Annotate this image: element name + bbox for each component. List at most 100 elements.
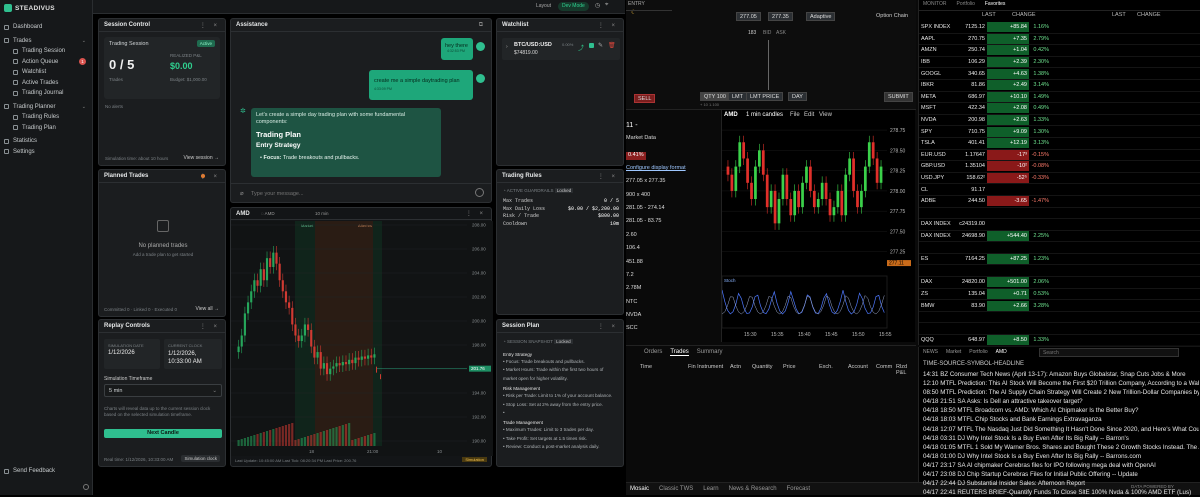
news-headline[interactable]: 14:31 BZ Consumer Tech News (April 13-17…	[923, 370, 1199, 379]
bell-icon[interactable]: ⌖	[605, 2, 608, 9]
news-headline[interactable]: 04/18 21:51 SA Asks: Is Dell an attracti…	[923, 397, 1199, 406]
news-headline[interactable]: 04/17 23:17 SA AI chipmaker Cerebras fil…	[923, 461, 1199, 470]
tws-candle-chart[interactable]: 278.75 278.50 278.25 278.00 277.75 277.50 277.…	[722, 122, 916, 342]
tab-orders[interactable]: Orders	[644, 349, 662, 356]
panel-tools-icon[interactable]: ⋮ ×	[200, 22, 220, 29]
view-session-link[interactable]: View session →	[184, 155, 219, 161]
monitor-row[interactable]: USD.JPY 158.62² -52⁵ -0.33%	[919, 173, 1200, 185]
monitor-row[interactable]	[919, 323, 1200, 336]
trades-column-header[interactable]: Actn	[730, 364, 741, 370]
news-headline[interactable]: 04/18 01:00 DJ Why Intel Stock Is a Buy …	[923, 452, 1199, 461]
chevron-down-icon[interactable]: ⌄	[82, 38, 86, 44]
monitor-row[interactable]	[919, 312, 1200, 324]
monitor-row[interactable]: EUR.USD 1.17647 -17³ -0.15%	[919, 149, 1200, 162]
tif-select[interactable]: DAY	[788, 92, 807, 101]
sidebar-item-trading-planner[interactable]: Trading Planner ⌄	[0, 102, 92, 113]
bottom-tab-forecast[interactable]: Forecast	[787, 486, 810, 492]
edit-menu[interactable]: Edit	[804, 112, 814, 118]
monitor-tab[interactable]: Favorites	[985, 1, 1006, 7]
tab-trades[interactable]: Trades	[670, 349, 689, 356]
news-headline[interactable]: 04/17 22:41 REUTERS BRIEF-Quantify Funds…	[923, 488, 1199, 497]
trades-column-header[interactable]: Price	[783, 364, 796, 370]
sidebar-item-active-trades[interactable]: Active Trades	[0, 78, 92, 89]
panel-tools-icon[interactable]: ⋮ ×	[200, 173, 220, 180]
monitor-tab[interactable]: Portfolio	[957, 1, 975, 7]
monitor-row[interactable]: AAPL 270.75 +7.35 2.79%	[919, 33, 1200, 46]
news-headline[interactable]: 04/18 12:07 MTFL The Nasdaq Just Did Som…	[923, 425, 1199, 434]
sidebar-item-trading-session[interactable]: Trading Session	[0, 46, 92, 57]
monitor-row[interactable]: NVDA 200.98 +2.63 1.33%	[919, 115, 1200, 127]
timeframe-select[interactable]: 5 min ⌄	[104, 384, 222, 397]
panel-tools-icon[interactable]: ⋮ ×	[598, 173, 618, 180]
trades-column-header[interactable]: Rlzd P&L	[896, 364, 916, 376]
bottom-tab-classic-tws[interactable]: Classic TWS	[659, 486, 693, 492]
news-headline[interactable]: 04/18 18:03 MTFL Chip Stocks and Bank Ea…	[923, 415, 1199, 424]
trades-column-header[interactable]: Time	[640, 364, 652, 370]
chevron-down-icon[interactable]: ⌄	[82, 104, 86, 110]
monitor-row[interactable]: DAX INDEX 24698.90 +544.40 2.25%	[919, 230, 1200, 243]
news-headline[interactable]: 04/18 18:50 MTFL Broadcom vs. AMD: Which…	[923, 406, 1199, 415]
app-logo[interactable]: STEADIVUS	[0, 0, 92, 16]
monitor-row[interactable]: ES 7164.25 +87.25 1.23%	[919, 254, 1200, 266]
news-headline[interactable]: 04/18 01:05 MTFL 1 Sold My Warner Bros. …	[923, 443, 1199, 452]
sidebar-item-trading-journal[interactable]: Trading Journal	[0, 88, 92, 99]
candlestick-chart[interactable]: Market Afterhrs 208.00 206.00 204.00 202.00 20…	[231, 221, 493, 456]
sell-button[interactable]: SELL	[634, 94, 656, 103]
monitor-row[interactable]: DAX 24820.00 +501.00 2.06%	[919, 277, 1200, 289]
news-search-input[interactable]	[1039, 348, 1179, 357]
bid-price-box[interactable]: 277.05	[736, 12, 761, 21]
monitor-row[interactable]: META 686.97 +10.10 1.49%	[919, 91, 1200, 104]
bottom-tab-mosaic[interactable]: Mosaic	[630, 486, 649, 492]
monitor-row[interactable]	[919, 242, 1200, 254]
trades-column-header[interactable]: Account	[848, 364, 868, 370]
monitor-row[interactable]: MSFT 422.34 +2.08 0.49%	[919, 103, 1200, 115]
limit-price-field[interactable]: LMT PRICE	[746, 92, 784, 101]
monitor-row[interactable]: CL 91.17	[919, 184, 1200, 196]
news-tab[interactable]: Portfolio	[969, 349, 987, 355]
clock-icon[interactable]: ◷	[595, 2, 600, 9]
monitor-row[interactable]: AMZN 250.74 +1.04 0.42%	[919, 45, 1200, 57]
panel-tools-icon[interactable]: ⋮ ×	[598, 22, 618, 29]
monitor-tab[interactable]: MONITOR	[923, 1, 947, 7]
trades-column-header[interactable]: Comm	[876, 364, 892, 370]
edit-icon[interactable]: ✎	[598, 42, 603, 49]
quote-detail-line[interactable]: Configure display format	[626, 165, 686, 178]
order-type-select[interactable]: LMT	[728, 92, 747, 101]
sidebar-item-trading-plan[interactable]: Trading Plan	[0, 123, 92, 134]
simulation-clock-button[interactable]: Simulation clock	[181, 455, 220, 462]
sidebar-item-trading-rules[interactable]: Trading Rules	[0, 112, 92, 123]
sidebar-item-watchlist[interactable]: Watchlist	[0, 67, 92, 78]
monitor-row[interactable]: ZS 135.04 +0.71 0.53%	[919, 288, 1200, 301]
settings-small-icon[interactable]	[83, 484, 89, 490]
news-headline[interactable]: 04/18 03:31 DJ Why Intel Stock Is a Buy …	[923, 434, 1199, 443]
news-headline[interactable]: 12:10 MTFL Prediction: This AI Stock Wil…	[923, 379, 1199, 388]
monitor-row[interactable]	[919, 265, 1200, 278]
news-headline[interactable]: 08:50 MTFL Prediction: The AI Supply Cha…	[923, 388, 1199, 397]
news-tab[interactable]: Market	[946, 349, 961, 355]
delete-icon[interactable]: 🗑	[608, 42, 616, 49]
file-menu[interactable]: File	[790, 112, 800, 118]
send-icon[interactable]	[475, 188, 484, 197]
interval-select[interactable]: 10 min	[315, 211, 329, 216]
monitor-row[interactable]	[919, 208, 1200, 220]
view-all-link[interactable]: View all →	[195, 306, 219, 312]
qty-field[interactable]: QTY 100	[700, 92, 730, 101]
bottom-tab-news-research[interactable]: News & Research	[729, 486, 777, 492]
next-candle-button[interactable]: Next Candle	[104, 429, 222, 438]
news-tab[interactable]: NEWS	[923, 349, 938, 355]
bottom-tab-learn[interactable]: Learn	[703, 486, 718, 492]
monitor-row[interactable]: IBB 106.29 +2.39 2.30%	[919, 57, 1200, 69]
monitor-row[interactable]: GOOGL 340.65 +4.63 1.38%	[919, 68, 1200, 80]
trades-column-header[interactable]: Quantity	[752, 364, 772, 370]
option-chain-link[interactable]: Option Chain	[876, 13, 908, 19]
tws-chart-interval[interactable]: 1 min candles	[746, 112, 783, 118]
sidebar-item-action-queue[interactable]: Action Queue 1	[0, 57, 92, 68]
sidebar-item-statistics[interactable]: Statistics	[0, 136, 92, 147]
panel-tools-icon[interactable]: ⋮ ×	[598, 323, 618, 330]
chart-tools-icon[interactable]: ⋮ ×	[466, 210, 486, 217]
news-headline[interactable]: 04/17 23:08 DJ Chip Startup Cerebras Fil…	[923, 470, 1199, 479]
watchlist-item[interactable]: › BTC/USD:USD $74819.00 0.00% ⤴ ✎ 🗑	[502, 38, 620, 60]
trades-column-header[interactable]: Fin Instrument	[688, 364, 723, 370]
alert-icon[interactable]	[589, 43, 594, 48]
monitor-row[interactable]: SPX INDEX 7125.12 +85.84 1.16%	[919, 22, 1200, 34]
